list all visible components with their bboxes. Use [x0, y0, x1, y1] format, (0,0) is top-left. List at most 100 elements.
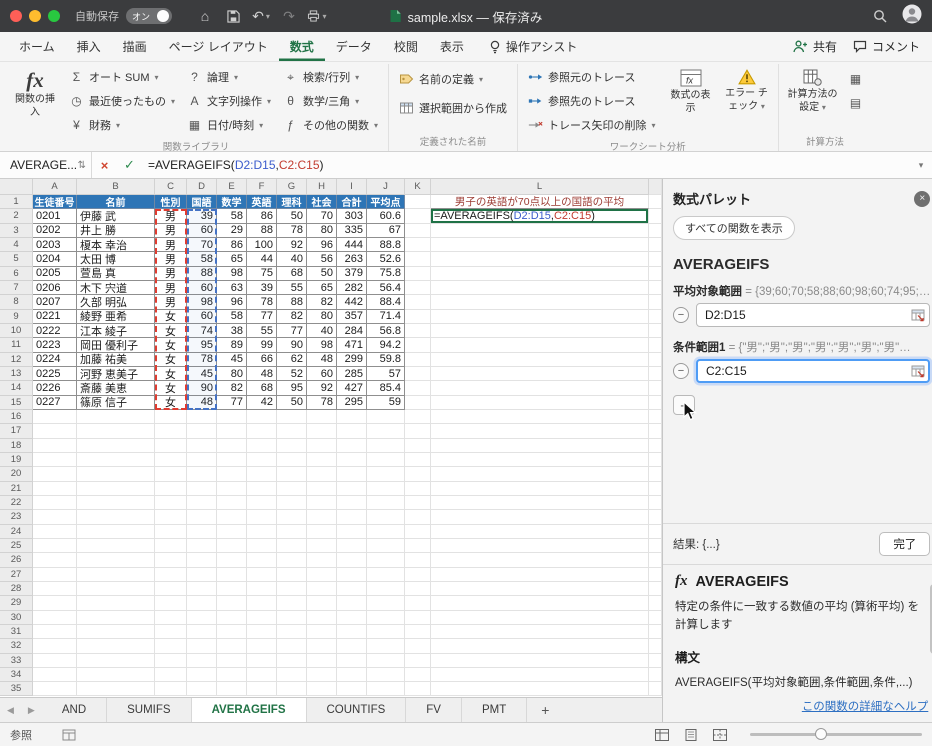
cell-F31[interactable] [247, 624, 277, 640]
cell-L4[interactable] [431, 237, 649, 253]
cell-L16[interactable] [431, 409, 649, 425]
cell-H33[interactable] [307, 653, 337, 668]
cell-I34[interactable] [337, 667, 367, 683]
cell-G11[interactable]: 90 [277, 338, 307, 353]
cell-C17[interactable] [155, 424, 187, 439]
calculation-options-button[interactable]: 計算方法の設定 ▾ [784, 64, 842, 116]
cell-L33[interactable] [431, 653, 649, 668]
cell-I9[interactable]: 357 [337, 309, 367, 324]
cell-B17[interactable] [77, 424, 155, 439]
cell-F2[interactable]: 86 [247, 209, 277, 224]
cell-L14[interactable] [431, 381, 649, 396]
cell-J4[interactable]: 88.8 [367, 237, 405, 253]
cell-F5[interactable]: 44 [247, 252, 277, 267]
cell-B21[interactable] [77, 481, 155, 496]
cell-B33[interactable] [77, 653, 155, 668]
cell-F34[interactable] [247, 667, 277, 683]
cell-G15[interactable]: 50 [277, 395, 307, 410]
add-sheet-button[interactable]: + [527, 698, 563, 722]
cell-E16[interactable] [217, 409, 247, 425]
cell-D22[interactable] [187, 495, 217, 511]
cell-J3[interactable]: 67 [367, 223, 405, 238]
cell-L27[interactable] [431, 567, 649, 582]
enter-formula-button[interactable]: ✓ [117, 157, 142, 173]
cell-G16[interactable] [277, 409, 307, 425]
cell-E3[interactable]: 29 [217, 223, 247, 238]
cell-K12[interactable] [405, 352, 431, 367]
cell-J20[interactable] [367, 467, 405, 482]
cell-A33[interactable] [33, 653, 77, 668]
cell-A24[interactable] [33, 524, 77, 539]
next-sheet-button[interactable]: ▶ [21, 698, 42, 722]
cell-D16[interactable] [187, 409, 217, 425]
row-header-5[interactable]: 5 [0, 252, 33, 267]
cell-G28[interactable] [277, 581, 307, 597]
cell-E9[interactable]: 58 [217, 309, 247, 324]
cell-J5[interactable]: 52.6 [367, 252, 405, 267]
row-header-27[interactable]: 27 [0, 567, 33, 582]
cell-K6[interactable] [405, 266, 431, 281]
cell-C15[interactable]: 女 [155, 395, 187, 410]
cell-G32[interactable] [277, 639, 307, 654]
cell-A16[interactable] [33, 409, 77, 425]
cell-I33[interactable] [337, 653, 367, 668]
row-header-3[interactable]: 3 [0, 223, 33, 238]
show-formulas-button[interactable]: fx 数式の表示 [664, 64, 718, 117]
undo-button[interactable]: ↶ ▾ [249, 5, 273, 27]
cell-H29[interactable] [307, 596, 337, 611]
share-button[interactable]: 共有 [793, 38, 837, 55]
cell-I2[interactable]: 303 [337, 209, 367, 224]
row-header-4[interactable]: 4 [0, 237, 33, 253]
cell-L35[interactable] [431, 682, 649, 697]
cell-B23[interactable] [77, 510, 155, 525]
cell-J8[interactable]: 88.4 [367, 295, 405, 310]
cell-D15[interactable]: 48 [187, 395, 217, 410]
cell-J16[interactable] [367, 409, 405, 425]
row-header-14[interactable]: 14 [0, 381, 33, 396]
done-button[interactable]: 完了 [879, 532, 931, 557]
cell-D32[interactable] [187, 639, 217, 654]
cell-C34[interactable] [155, 667, 187, 683]
cell-E7[interactable]: 63 [217, 280, 247, 296]
cell-G24[interactable] [277, 524, 307, 539]
cell-I14[interactable]: 427 [337, 381, 367, 396]
name-box-stepper-icon[interactable]: ⇅ [78, 160, 86, 171]
cell-H7[interactable]: 65 [307, 280, 337, 296]
cell-J22[interactable] [367, 495, 405, 511]
cell-F21[interactable] [247, 481, 277, 496]
row-header-28[interactable]: 28 [0, 581, 33, 597]
cell-A3[interactable]: 0202 [33, 223, 77, 238]
select-all-corner[interactable] [0, 179, 33, 195]
cell-E23[interactable] [217, 510, 247, 525]
cell-D7[interactable]: 60 [187, 280, 217, 296]
cell-B16[interactable] [77, 409, 155, 425]
cell-B30[interactable] [77, 610, 155, 625]
cell-B3[interactable]: 井上 勝 [77, 223, 155, 238]
cell-J27[interactable] [367, 567, 405, 582]
cell-E10[interactable]: 38 [217, 323, 247, 339]
cell-C25[interactable] [155, 538, 187, 554]
cell-A22[interactable] [33, 495, 77, 511]
cell-G8[interactable]: 88 [277, 295, 307, 310]
cell-G19[interactable] [277, 452, 307, 468]
cell-A32[interactable] [33, 639, 77, 654]
cell-H12[interactable]: 48 [307, 352, 337, 367]
print-button[interactable]: ▾ [305, 5, 329, 27]
close-panel-button[interactable]: × [914, 190, 931, 207]
cell-H28[interactable] [307, 581, 337, 597]
cell-C5[interactable]: 男 [155, 252, 187, 267]
cell-A15[interactable]: 0227 [33, 395, 77, 410]
cell-G6[interactable]: 68 [277, 266, 307, 281]
cell-B4[interactable]: 榎本 幸治 [77, 237, 155, 253]
cell-I26[interactable] [337, 553, 367, 568]
normal-view-button[interactable] [655, 728, 669, 741]
cell-H15[interactable]: 78 [307, 395, 337, 410]
cell-A10[interactable]: 0222 [33, 323, 77, 339]
cell-K22[interactable] [405, 495, 431, 511]
cell-K1[interactable] [405, 195, 431, 210]
cell-J25[interactable] [367, 538, 405, 554]
sheet-tab-averageifs[interactable]: AVERAGEIFS [191, 698, 307, 722]
cell-E12[interactable]: 45 [217, 352, 247, 367]
cell-K17[interactable] [405, 424, 431, 439]
cell-C12[interactable]: 女 [155, 352, 187, 367]
